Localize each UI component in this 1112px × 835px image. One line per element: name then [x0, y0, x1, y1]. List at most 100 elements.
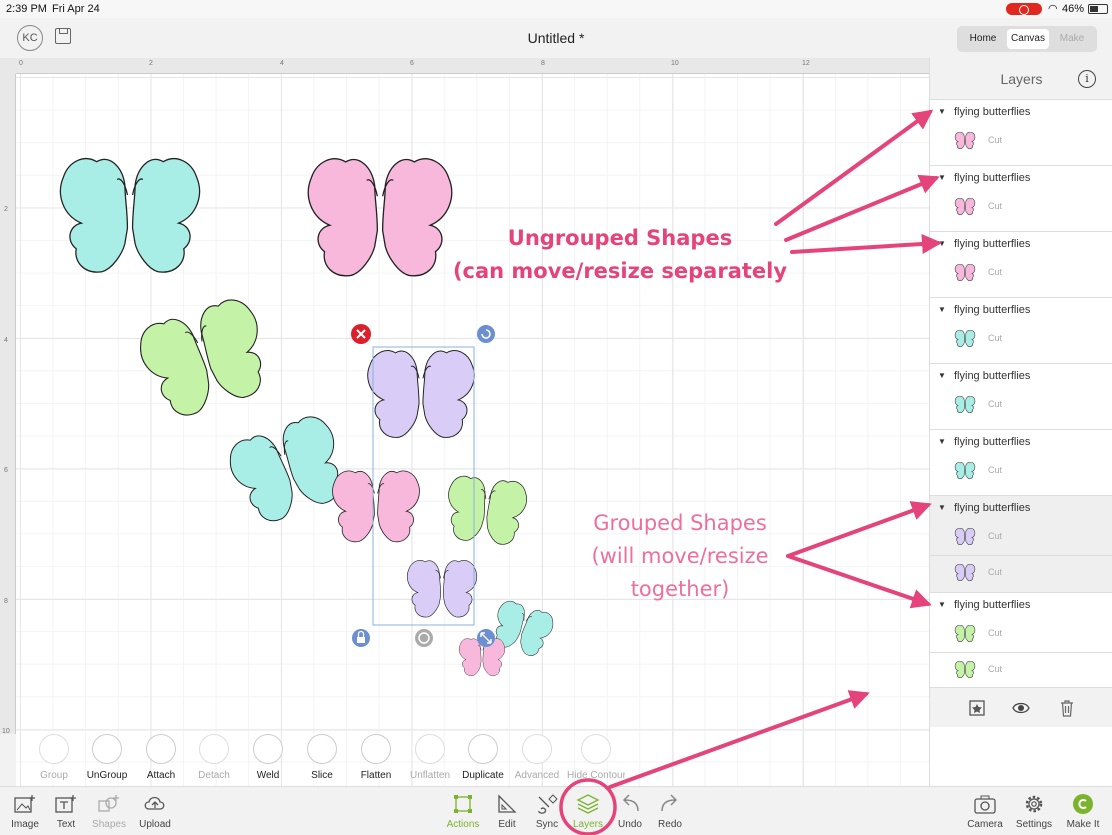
disclosure-triangle-icon[interactable]: ▼	[938, 496, 946, 520]
info-icon[interactable]: i	[1078, 70, 1096, 88]
layer-group[interactable]: ▼ flying butterflies Cut	[930, 364, 1112, 430]
layer-group[interactable]: ▼ flying butterflies Cut Cut	[930, 593, 1112, 687]
butterfly-shape[interactable]	[132, 293, 278, 425]
layer-item[interactable]: Cut	[930, 124, 1112, 165]
slice-button[interactable]: Slice	[292, 734, 352, 781]
butterfly-shape[interactable]	[443, 474, 529, 547]
layer-group-header[interactable]: ▼ flying butterflies	[930, 100, 1112, 124]
camera-icon	[973, 793, 997, 815]
grouped-annotation: Grouped Shapes (will move/resize togethe…	[560, 507, 800, 606]
butterfly-shape[interactable]	[367, 350, 475, 438]
ruler-label: 12	[802, 60, 810, 67]
attach-button[interactable]: Attach	[131, 734, 191, 781]
layer-group-name: flying butterflies	[954, 599, 1031, 611]
layer-group-header[interactable]: ▼ flying butterflies	[930, 232, 1112, 256]
layer-item[interactable]: Cut	[930, 190, 1112, 231]
butterfly-thumbnail-icon	[954, 396, 976, 414]
redo-tool[interactable]: Redo	[645, 793, 695, 830]
layer-group-header[interactable]: ▼ flying butterflies	[930, 166, 1112, 190]
tab-make[interactable]: Make	[1051, 29, 1093, 49]
shapes-tool[interactable]: Shapes	[84, 793, 134, 830]
ruler-label: 6	[410, 60, 414, 67]
disclosure-triangle-icon[interactable]: ▼	[938, 232, 946, 256]
visibility-eye-icon[interactable]	[1012, 699, 1030, 717]
tool-label: Upload	[139, 819, 171, 830]
layer-item[interactable]: Cut	[930, 520, 1112, 556]
group-icon	[39, 734, 69, 764]
battery-percent: 46%	[1062, 3, 1085, 15]
action-label: Hide Contour	[567, 770, 625, 781]
layer-group[interactable]: ▼ flying butterflies Cut	[930, 298, 1112, 364]
avatar[interactable]: KC	[17, 25, 43, 51]
disclosure-triangle-icon[interactable]: ▼	[938, 430, 946, 454]
disclosure-triangle-icon[interactable]: ▼	[938, 100, 946, 124]
layer-group[interactable]: ▼ flying butterflies Cut Cut	[930, 496, 1112, 593]
flatten-button[interactable]: Flatten	[346, 734, 406, 781]
group-button[interactable]: Group	[24, 734, 84, 781]
tab-canvas[interactable]: Canvas	[1007, 29, 1049, 49]
layer-group-header[interactable]: ▼ flying butterflies	[930, 593, 1112, 617]
layers-icon	[576, 793, 600, 815]
contour-icon	[581, 734, 611, 764]
layer-group-header[interactable]: ▼ flying butterflies	[930, 298, 1112, 322]
ruler-label: 8	[4, 598, 8, 605]
layer-item[interactable]: Cut	[930, 617, 1112, 653]
layer-group[interactable]: ▼ flying butterflies Cut	[930, 100, 1112, 166]
layer-item[interactable]: Cut	[930, 454, 1112, 495]
layer-item[interactable]: Cut	[930, 322, 1112, 363]
layer-group-header[interactable]: ▼ flying butterflies	[930, 496, 1112, 520]
unflatten-button[interactable]: Unflatten	[400, 734, 460, 781]
layers-panel-header: Layers i	[930, 58, 1112, 100]
upload-tool[interactable]: Upload	[130, 793, 180, 830]
delete-handle-icon[interactable]	[351, 324, 371, 344]
save-icon[interactable]	[55, 28, 71, 44]
layer-item[interactable]: Cut	[930, 653, 1112, 687]
top-bar: KC Untitled * Home Canvas Make	[0, 18, 1112, 58]
disclosure-triangle-icon[interactable]: ▼	[938, 593, 946, 617]
make-it-button[interactable]: Make It	[1058, 793, 1108, 830]
mirror-handle-icon[interactable]	[415, 629, 433, 647]
duplicate-button[interactable]: Duplicate	[453, 734, 513, 781]
trash-icon[interactable]	[1058, 699, 1076, 717]
butterfly-shape[interactable]	[59, 158, 201, 273]
disclosure-triangle-icon[interactable]: ▼	[938, 298, 946, 322]
ruler-label: 10	[671, 60, 679, 67]
layer-item[interactable]: Cut	[930, 556, 1112, 592]
undo-icon	[618, 793, 642, 815]
tab-home[interactable]: Home	[961, 29, 1005, 49]
layer-item[interactable]: Cut	[930, 388, 1112, 429]
ungroup-button[interactable]: UnGroup	[77, 734, 137, 781]
weld-button[interactable]: Weld	[238, 734, 298, 781]
actions-tool[interactable]: Actions	[438, 793, 488, 830]
attach-layer-icon[interactable]	[968, 699, 986, 717]
layer-group-header[interactable]: ▼ flying butterflies	[930, 364, 1112, 388]
layers-list: ▼ flying butterflies Cut ▼ flying butterfl…	[930, 100, 1112, 687]
butterfly-shape[interactable]	[406, 560, 478, 618]
layer-group[interactable]: ▼ flying butterflies Cut	[930, 232, 1112, 298]
make-it-icon	[1071, 793, 1095, 815]
design-canvas[interactable]	[16, 74, 929, 786]
detach-button[interactable]: Detach	[184, 734, 244, 781]
butterfly-shape[interactable]	[307, 158, 453, 277]
layer-group-header[interactable]: ▼ flying butterflies	[930, 430, 1112, 454]
layer-item[interactable]: Cut	[930, 256, 1112, 297]
butterfly-shape[interactable]	[222, 410, 354, 530]
layers-panel: Layers i ▼ flying butterflies Cut ▼ flying…	[929, 58, 1112, 786]
tool-label: Camera	[967, 819, 1003, 830]
tool-label: Actions	[446, 819, 480, 830]
ruler-label: 8	[541, 60, 545, 67]
butterfly-shape[interactable]	[332, 470, 420, 543]
layer-group[interactable]: ▼ flying butterflies Cut	[930, 166, 1112, 232]
camera-tool[interactable]: Camera	[960, 793, 1010, 830]
tool-label: Shapes	[92, 819, 126, 830]
advanced-button[interactable]: Advanced	[507, 734, 567, 781]
settings-tool[interactable]: Settings	[1009, 793, 1059, 830]
hide-contour-button[interactable]: Hide Contour	[561, 734, 631, 781]
rotate-handle-icon[interactable]	[477, 325, 495, 343]
lock-handle-icon[interactable]	[352, 629, 370, 647]
layer-group[interactable]: ▼ flying butterflies Cut	[930, 430, 1112, 496]
disclosure-triangle-icon[interactable]: ▼	[938, 364, 946, 388]
disclosure-triangle-icon[interactable]: ▼	[938, 166, 946, 190]
resize-handle-icon[interactable]	[477, 629, 495, 647]
action-label: Attach	[146, 770, 176, 781]
